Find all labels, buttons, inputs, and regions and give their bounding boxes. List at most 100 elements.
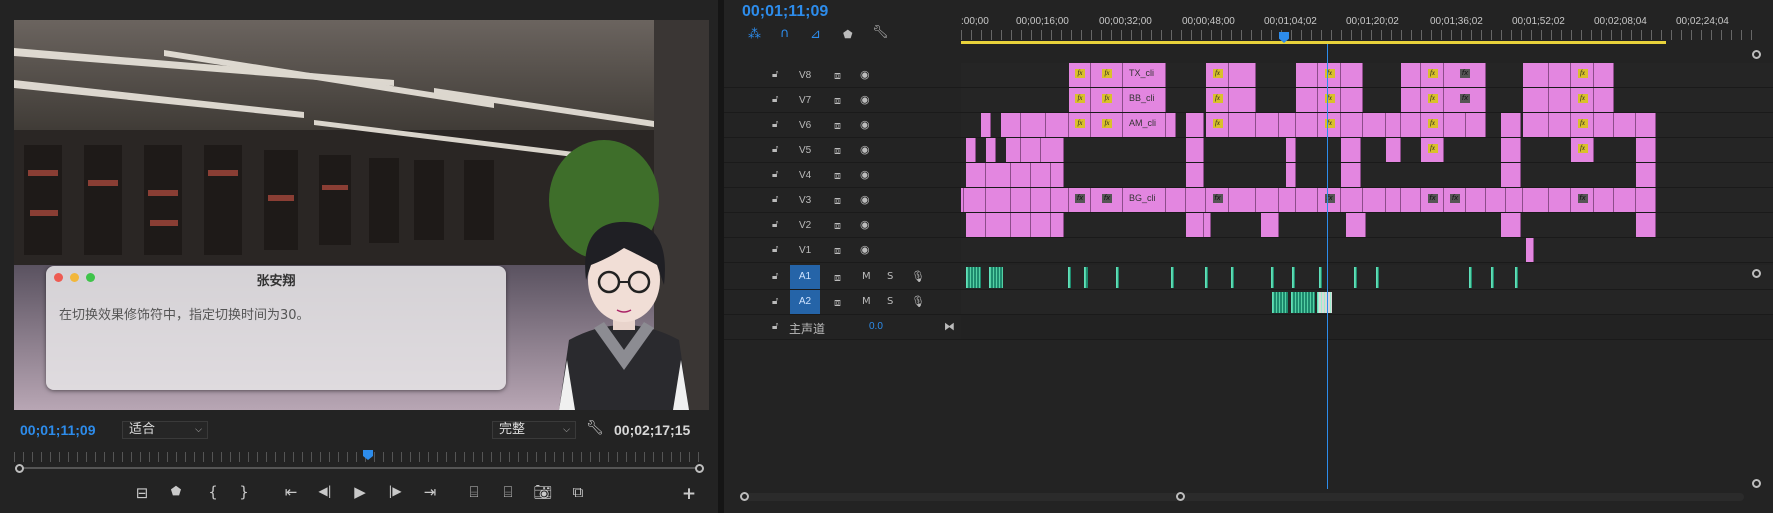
quality-select[interactable]: 完整 ⌵ — [492, 421, 576, 439]
video-clip[interactable]: fx — [1444, 188, 1466, 212]
lock-icon[interactable]: 🔓︎ — [772, 321, 778, 332]
add-button-icon[interactable]: + — [679, 484, 699, 504]
lock-icon[interactable]: 🔓︎ — [772, 296, 778, 307]
eye-icon[interactable]: ◉ — [860, 93, 870, 106]
track-lane[interactable]: fx fx — [961, 138, 1773, 162]
video-clip[interactable]: fx — [1421, 63, 1444, 87]
video-clip[interactable] — [1296, 113, 1318, 137]
horizontal-scroll-end-handle[interactable] — [1176, 492, 1185, 501]
lock-icon[interactable]: 🔓︎ — [772, 94, 778, 105]
video-clip[interactable] — [1011, 163, 1031, 187]
program-scroll-end-handle[interactable] — [695, 464, 704, 473]
audio-clip[interactable] — [1291, 292, 1315, 313]
video-clip[interactable]: fx — [1571, 138, 1594, 162]
video-clip[interactable] — [1256, 113, 1279, 137]
video-clip[interactable] — [1341, 63, 1363, 87]
video-clip[interactable] — [981, 113, 991, 137]
video-clip[interactable]: fx — [1571, 188, 1594, 212]
video-clip[interactable] — [1636, 113, 1656, 137]
go-to-out-icon[interactable]: ⇥ — [420, 483, 440, 501]
audio-clip[interactable] — [1515, 267, 1518, 288]
video-clip[interactable] — [1041, 138, 1064, 162]
video-clip[interactable] — [1363, 188, 1386, 212]
video-clip[interactable]: fx — [1091, 63, 1123, 87]
video-clip[interactable] — [1486, 188, 1506, 212]
video-clip[interactable] — [1594, 188, 1614, 212]
track-lane[interactable]: fx fx TX_cli fx fx fx fx fx — [961, 63, 1773, 87]
program-timecode[interactable]: 00;01;11;09 — [20, 422, 96, 438]
video-clip[interactable] — [1046, 113, 1069, 137]
video-clip[interactable] — [1341, 113, 1363, 137]
video-clip[interactable] — [1401, 113, 1421, 137]
eye-icon[interactable]: ◉ — [860, 68, 870, 81]
video-clip[interactable]: fx — [1571, 88, 1594, 112]
video-clip[interactable] — [1296, 63, 1318, 87]
eye-icon[interactable]: ◉ — [860, 218, 870, 231]
video-clip[interactable]: TX_cli — [1123, 63, 1166, 87]
video-clip[interactable] — [1386, 138, 1401, 162]
video-clip[interactable]: fx — [1318, 113, 1341, 137]
mute-button[interactable]: M — [862, 296, 871, 307]
video-clip[interactable] — [1001, 113, 1021, 137]
audio-clip[interactable] — [989, 267, 1003, 288]
video-clip[interactable] — [1363, 113, 1386, 137]
video-clip[interactable] — [1186, 138, 1204, 162]
video-clip[interactable]: fx — [1571, 63, 1594, 87]
lock-icon[interactable]: 🔓︎ — [772, 169, 778, 180]
video-clip[interactable] — [1051, 188, 1069, 212]
video-clip[interactable] — [1444, 113, 1466, 137]
video-clip[interactable] — [1256, 188, 1279, 212]
mark-in-icon[interactable]: { — [203, 483, 223, 501]
video-clip[interactable] — [1186, 113, 1204, 137]
solo-button[interactable]: S — [887, 271, 893, 282]
audio-clip[interactable] — [966, 267, 981, 288]
track-lane[interactable] — [961, 265, 1773, 289]
work-area-bar[interactable] — [961, 41, 1666, 44]
fit-select[interactable]: 适合 ⌵ — [122, 421, 208, 439]
video-clip[interactable]: fx — [1571, 113, 1594, 137]
track-lane[interactable] — [961, 290, 1773, 314]
audio-clip[interactable] — [1205, 267, 1208, 288]
video-clip[interactable] — [1229, 63, 1256, 87]
lock-icon[interactable]: 🔓︎ — [772, 69, 778, 80]
video-clip[interactable] — [1229, 113, 1256, 137]
marker-in-out-icon[interactable]: ⊟ — [132, 484, 152, 502]
video-clip[interactable] — [1401, 188, 1421, 212]
video-clip[interactable] — [1011, 188, 1031, 212]
audio-clip[interactable] — [1271, 267, 1274, 288]
video-clip[interactable] — [1386, 188, 1401, 212]
video-clip[interactable] — [1523, 188, 1549, 212]
video-clip[interactable] — [1526, 238, 1534, 262]
video-clip[interactable] — [966, 213, 986, 237]
video-clip[interactable] — [1341, 188, 1363, 212]
go-to-end-icon[interactable]: ⧓ — [944, 320, 955, 333]
eye-icon[interactable]: ◉ — [860, 143, 870, 156]
video-clip[interactable] — [1011, 213, 1031, 237]
sync-lock-icon[interactable]: ⧈ — [834, 119, 841, 133]
video-clip[interactable] — [1204, 213, 1211, 237]
vertical-scroll-bottom-handle[interactable] — [1752, 269, 1761, 278]
wrench-icon[interactable]: 🔧︎ — [586, 420, 604, 436]
microphone-icon[interactable]: 🎙︎ — [911, 270, 925, 283]
track-target[interactable]: A1 — [790, 265, 820, 289]
video-clip[interactable] — [1594, 113, 1614, 137]
video-clip[interactable] — [1523, 63, 1549, 87]
sync-lock-icon[interactable]: ⧈ — [834, 271, 841, 285]
go-to-in-icon[interactable]: ⇤ — [281, 483, 301, 501]
mark-out-icon[interactable]: } — [234, 483, 254, 501]
video-clip[interactable]: fx — [1421, 88, 1444, 112]
video-clip[interactable] — [1051, 213, 1064, 237]
video-clip[interactable] — [1501, 138, 1521, 162]
video-clip[interactable]: fx — [1206, 88, 1229, 112]
eye-icon[interactable]: ◉ — [860, 193, 870, 206]
video-clip[interactable] — [1636, 138, 1656, 162]
video-clip[interactable] — [1501, 163, 1521, 187]
video-clip[interactable] — [1031, 163, 1051, 187]
nest-icon[interactable]: ⁂ — [748, 27, 761, 42]
sync-lock-icon[interactable]: ⧈ — [834, 94, 841, 108]
audio-clip[interactable] — [1319, 267, 1322, 288]
video-clip[interactable] — [1229, 88, 1256, 112]
audio-clip[interactable] — [1272, 292, 1288, 313]
video-clip[interactable]: fx — [1069, 88, 1091, 112]
track-lane[interactable] — [961, 213, 1773, 237]
